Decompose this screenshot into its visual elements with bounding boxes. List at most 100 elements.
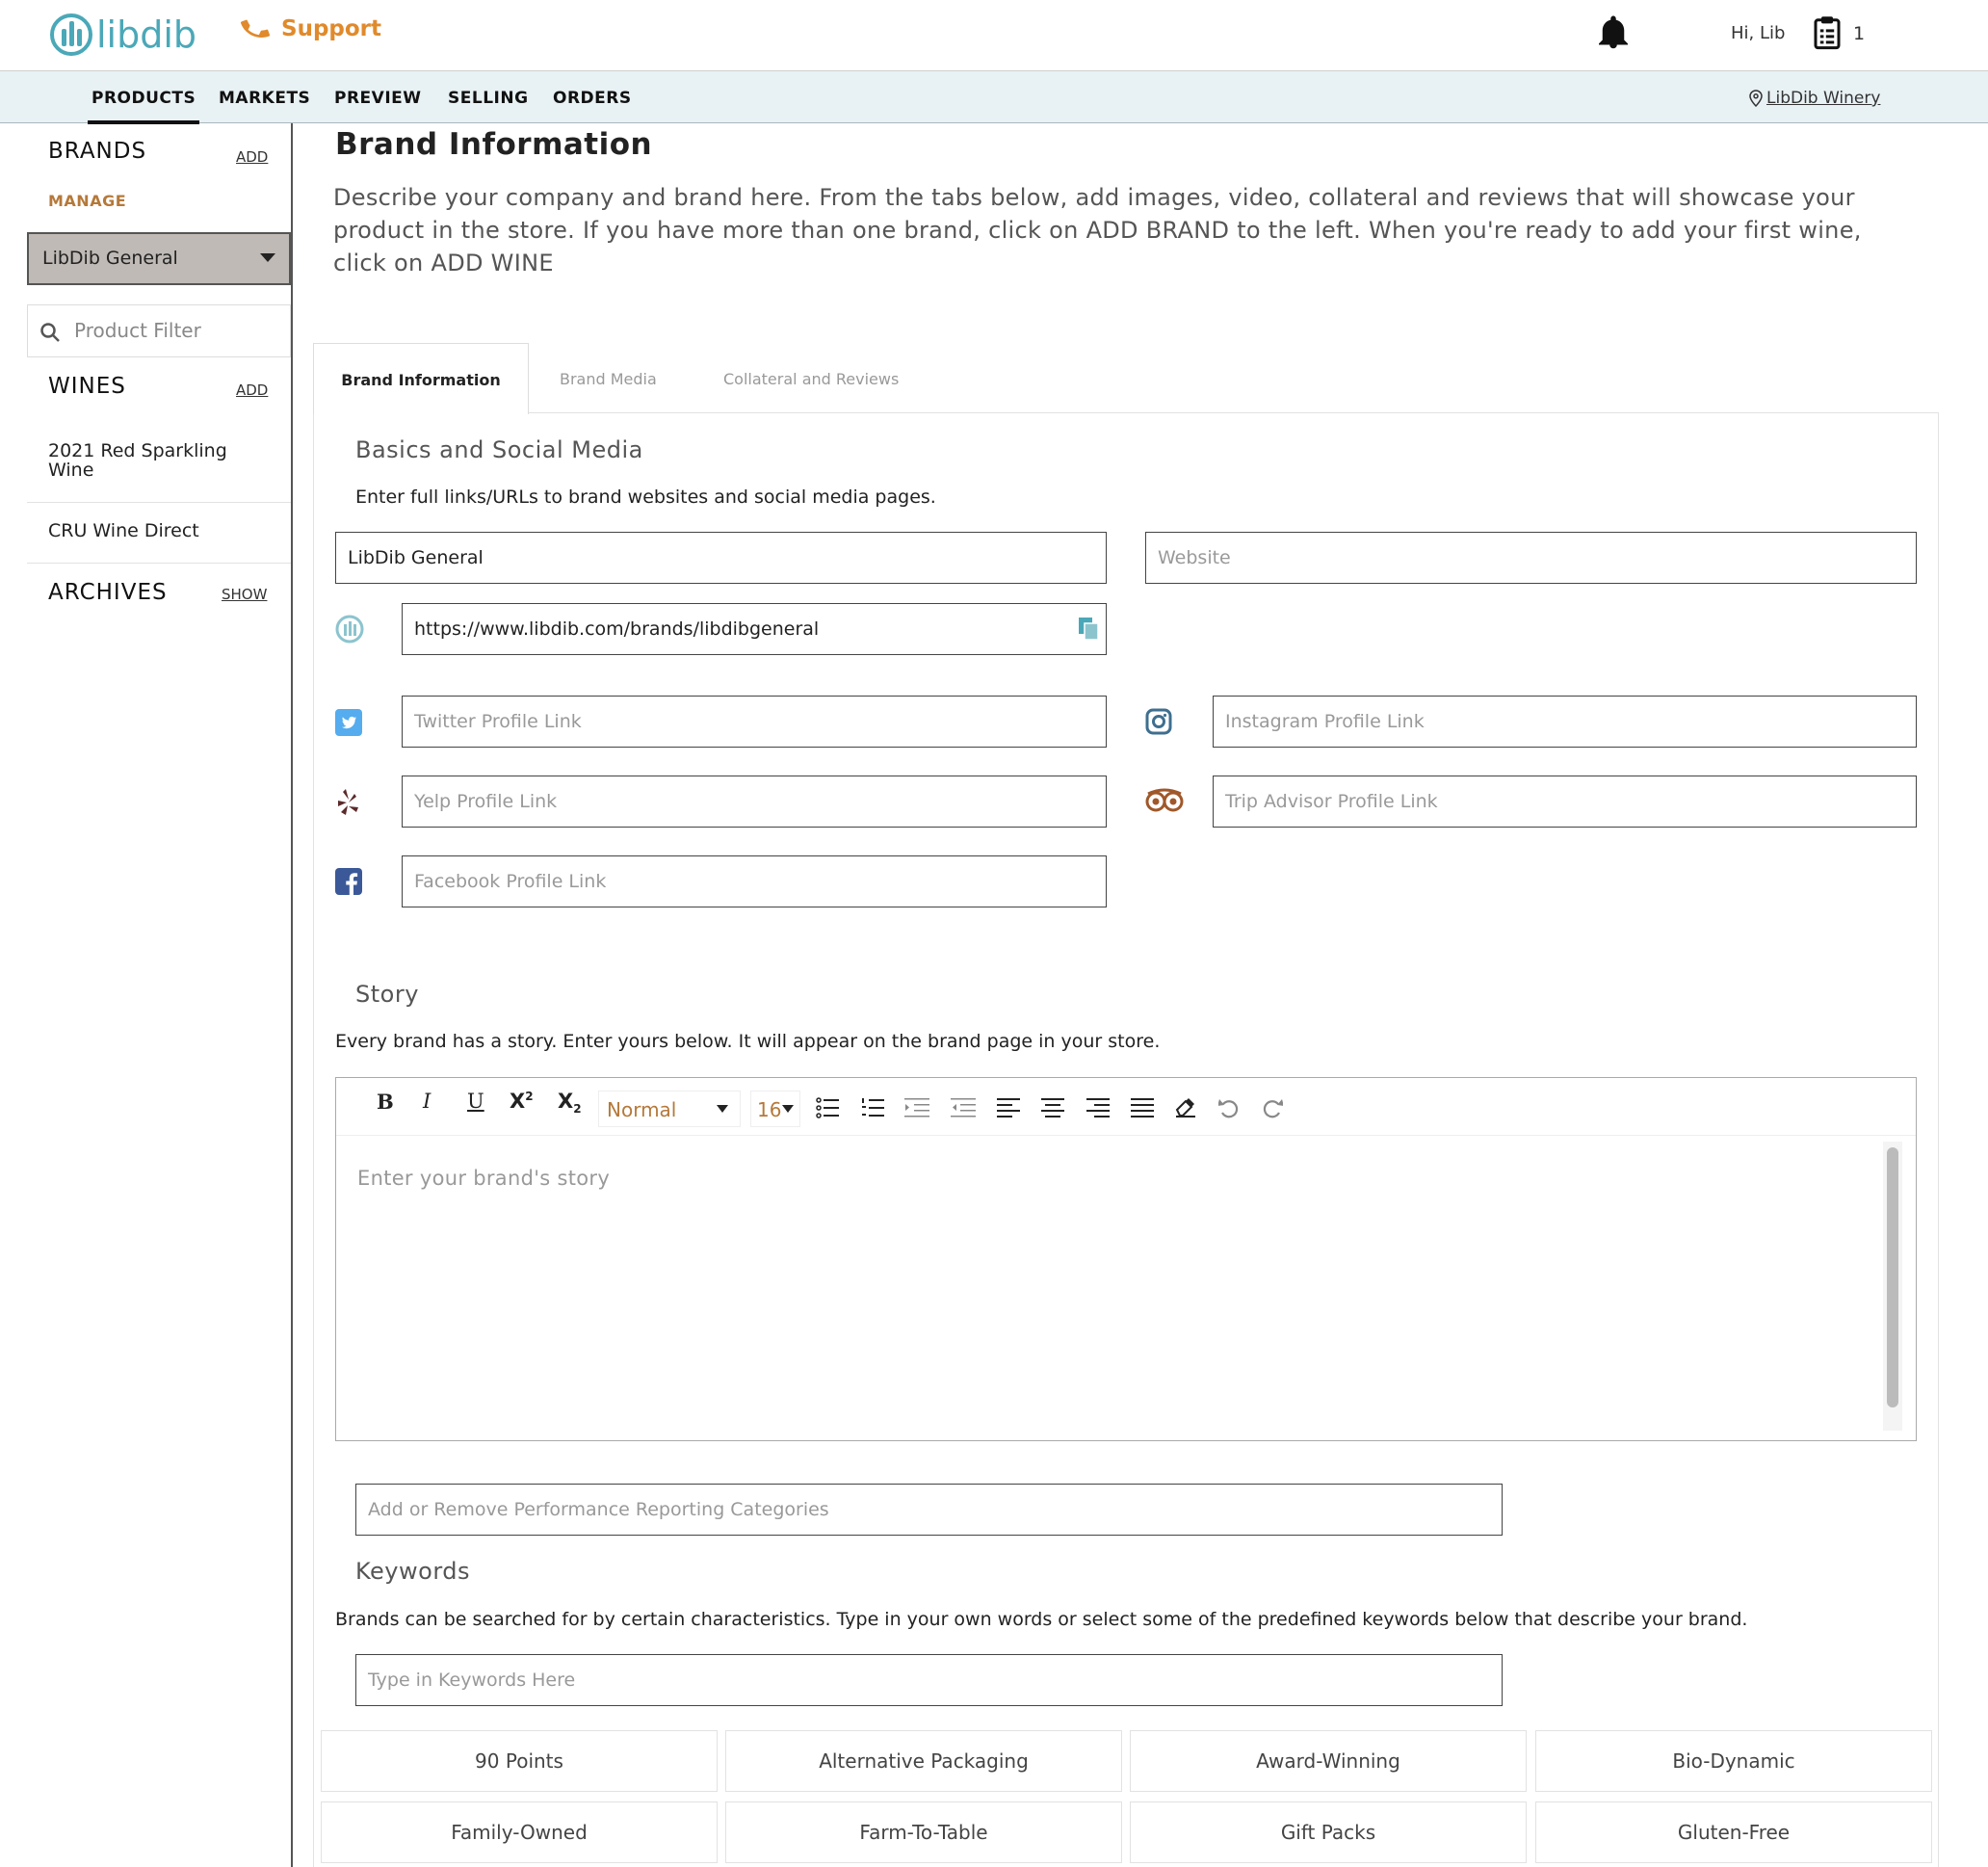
superscript-icon[interactable]: X2 [510, 1090, 534, 1113]
product-filter-placeholder: Product Filter [74, 319, 201, 342]
winery-label: LibDib Winery [1766, 89, 1881, 108]
winery-link[interactable]: LibDib Winery [1749, 89, 1880, 108]
order-clipboard-icon[interactable] [1813, 15, 1842, 54]
instagram-placeholder: Instagram Profile Link [1225, 711, 1425, 732]
story-title: Story [355, 981, 419, 1008]
redo-icon[interactable] [1262, 1096, 1283, 1119]
bullet-list-icon[interactable] [816, 1097, 839, 1118]
yelp-icon [335, 787, 360, 820]
keyword-option[interactable]: Award-Winning [1130, 1730, 1527, 1792]
performance-categories-input[interactable]: Add or Remove Performance Reporting Cate… [355, 1484, 1503, 1536]
italic-icon[interactable]: I [423, 1090, 431, 1113]
brand-select[interactable]: LibDib General [27, 232, 291, 285]
facebook-placeholder: Facebook Profile Link [414, 871, 607, 892]
tripadvisor-icon [1144, 788, 1185, 817]
keyword-option[interactable]: Gift Packs [1130, 1801, 1527, 1863]
divider [27, 502, 291, 503]
tripadvisor-placeholder: Trip Advisor Profile Link [1225, 791, 1438, 812]
keywords-placeholder: Type in Keywords Here [368, 1670, 576, 1691]
copy-icon[interactable] [1077, 616, 1100, 641]
user-greeting[interactable]: Hi, Lib [1731, 23, 1785, 43]
performance-placeholder: Add or Remove Performance Reporting Cate… [368, 1499, 829, 1520]
format-select-value: Normal [607, 1098, 677, 1121]
keywords-title: Keywords [355, 1558, 471, 1585]
page-title: Brand Information [335, 127, 653, 162]
show-archives-link[interactable]: SHOW [222, 586, 267, 603]
libdib-url-value: https://www.libdib.com/brands/libdibgene… [414, 618, 820, 640]
wines-heading: WINES [48, 374, 126, 399]
story-placeholder[interactable]: Enter your brand's story [357, 1167, 610, 1190]
align-justify-icon[interactable] [1131, 1097, 1154, 1118]
editor-scrollbar[interactable] [1887, 1147, 1898, 1407]
tripadvisor-link-input[interactable]: Trip Advisor Profile Link [1213, 776, 1917, 828]
underline-icon[interactable]: U [467, 1090, 484, 1113]
outdent-icon[interactable] [951, 1097, 976, 1118]
brand-name-input[interactable]: LibDib General [335, 532, 1107, 584]
website-input[interactable]: Website [1145, 532, 1917, 584]
divider [27, 563, 291, 564]
libdib-logo[interactable]: libdib [50, 10, 196, 60]
brand-name-value: LibDib General [348, 547, 484, 568]
subscript-icon[interactable]: X2 [558, 1090, 582, 1116]
yelp-placeholder: Yelp Profile Link [414, 791, 558, 812]
tab-brand-information[interactable]: Brand Information [313, 343, 529, 414]
keyword-option[interactable]: Farm-To-Table [725, 1801, 1122, 1863]
website-placeholder: Website [1158, 547, 1231, 568]
libdib-url-input[interactable]: https://www.libdib.com/brands/libdibgene… [402, 603, 1107, 655]
nav-preview[interactable]: PREVIEW [334, 89, 422, 108]
eraser-icon[interactable] [1174, 1096, 1197, 1118]
keyword-option[interactable]: Alternative Packaging [725, 1730, 1122, 1792]
caret-down-icon [717, 1105, 728, 1113]
align-right-icon[interactable] [1086, 1097, 1110, 1118]
keywords-subtitle: Brands can be searched for by certain ch… [335, 1609, 1748, 1630]
product-filter-input[interactable]: Product Filter [27, 304, 291, 357]
nav-products[interactable]: PRODUCTS [87, 89, 200, 124]
keywords-input[interactable]: Type in Keywords Here [355, 1654, 1503, 1706]
wine-item[interactable]: CRU Wine Direct [48, 521, 199, 540]
add-wine-link[interactable]: ADD [236, 381, 268, 399]
logo-text: libdib [96, 13, 197, 56]
brand-select-value: LibDib General [42, 248, 178, 269]
numbered-list-icon[interactable] [861, 1097, 884, 1118]
undo-icon[interactable] [1218, 1096, 1240, 1119]
indent-icon[interactable] [904, 1097, 929, 1118]
archives-heading: ARCHIVES [48, 580, 168, 605]
bold-icon[interactable]: B [377, 1090, 394, 1114]
align-left-icon[interactable] [997, 1097, 1020, 1118]
nav-selling[interactable]: SELLING [448, 89, 529, 108]
tab-brand-media[interactable]: Brand Media [560, 343, 657, 414]
yelp-link-input[interactable]: Yelp Profile Link [402, 776, 1107, 828]
keyword-option[interactable]: Bio-Dynamic [1535, 1730, 1932, 1792]
story-editor: B I U X2 X2 Normal 16 Enter your brand's… [335, 1077, 1917, 1441]
facebook-link-input[interactable]: Facebook Profile Link [402, 855, 1107, 907]
support-link[interactable]: Support [239, 13, 381, 44]
manage-brands-link[interactable]: MANAGE [48, 192, 126, 210]
twitter-placeholder: Twitter Profile Link [414, 711, 582, 732]
order-count-badge: 1 [1853, 23, 1866, 44]
libdib-logo-icon [50, 13, 92, 56]
format-select[interactable]: Normal [598, 1091, 741, 1127]
keyword-option[interactable]: Gluten-Free [1535, 1801, 1932, 1863]
page-description: Describe your company and brand here. Fr… [333, 184, 1862, 276]
keyword-option[interactable]: Family-Owned [321, 1801, 718, 1863]
support-label: Support [281, 16, 382, 41]
phone-icon [240, 19, 271, 38]
instagram-link-input[interactable]: Instagram Profile Link [1213, 696, 1917, 748]
instagram-icon [1145, 708, 1172, 739]
twitter-icon [335, 709, 362, 740]
tab-collateral-reviews[interactable]: Collateral and Reviews [723, 343, 899, 414]
align-center-icon[interactable] [1041, 1097, 1064, 1118]
nav-markets[interactable]: MARKETS [219, 89, 310, 108]
font-size-select[interactable]: 16 [750, 1091, 800, 1127]
nav-orders[interactable]: ORDERS [553, 89, 632, 108]
notifications-bell-icon[interactable] [1599, 15, 1628, 54]
wine-item[interactable]: 2021 Red Sparkling Wine [48, 441, 270, 480]
facebook-icon [335, 868, 362, 899]
libdib-icon [335, 615, 364, 647]
twitter-link-input[interactable]: Twitter Profile Link [402, 696, 1107, 748]
caret-down-icon [782, 1105, 794, 1113]
add-brand-link[interactable]: ADD [236, 148, 268, 166]
basics-subtitle: Enter full links/URLs to brand websites … [355, 486, 936, 508]
keyword-option[interactable]: 90 Points [321, 1730, 718, 1792]
main-nav: PRODUCTS MARKETS PREVIEW SELLING ORDERS … [0, 71, 1988, 124]
